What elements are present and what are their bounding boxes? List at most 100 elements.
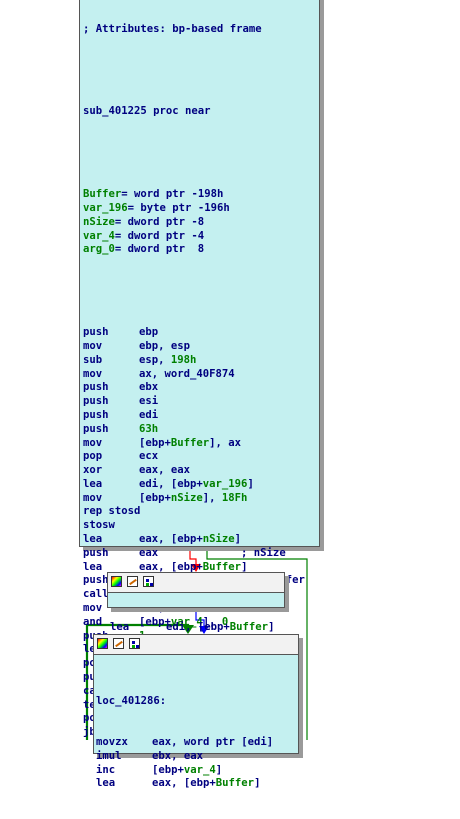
mnemonic: imul [96, 749, 122, 762]
operand: edi, [ebp+ [166, 620, 230, 633]
operand: [ebp+ [139, 491, 171, 504]
operand: eax ; nSize [139, 546, 286, 559]
operand-var: Buffer [202, 560, 242, 573]
mnemonic: push [83, 395, 109, 408]
mnemonic: push [83, 326, 109, 339]
attributes-comment: ; Attributes: bp-based frame [83, 22, 262, 35]
operand: ] [234, 533, 242, 546]
mnemonic: push [83, 546, 109, 559]
mnemonic: push [83, 408, 109, 421]
stack-var[interactable]: var_4= dword ptr -4 [83, 230, 305, 244]
operand: ], [202, 491, 222, 504]
mnemonic: mov [83, 367, 103, 380]
stack-var[interactable]: arg_0= dword ptr 8 [83, 243, 305, 257]
operand-var: nSize [202, 533, 235, 546]
mnemonic: pop [83, 450, 103, 463]
graph-icon[interactable] [129, 638, 140, 649]
operand: eax, [ebp+ [139, 560, 203, 573]
operand: esi [139, 395, 159, 408]
mnemonic: lea [83, 477, 103, 490]
operand: eax, word ptr [edi] [152, 735, 274, 748]
operand: eax, [ebp+ [139, 533, 203, 546]
instruction-line[interactable]: mov ebp, esp [83, 340, 305, 354]
instruction-line[interactable]: push eax ; nSize [83, 547, 305, 561]
mnemonic: mov [83, 339, 103, 352]
operand: esp, [139, 353, 171, 366]
operand: ] [215, 763, 223, 776]
instructions: movzx eax, word ptr [edi] imul ebx, eax inc [… [96, 736, 273, 791]
color-icon[interactable] [111, 576, 122, 587]
local-vars: Buffer= word ptr -198h var_196= byte ptr … [83, 188, 305, 257]
var-def: = dword ptr 8 [114, 243, 205, 256]
node-loc-401286[interactable]: loc_401286: movzx eax, word ptr [edi] imul… [93, 634, 299, 789]
node-lea-edi[interactable]: lea edi, [ebp+Buffer] [107, 572, 285, 633]
node-toolbar [94, 635, 298, 655]
var-def: = word ptr -198h [121, 188, 224, 201]
loc-label: loc_401286: [96, 694, 167, 707]
instruction-line[interactable]: push ebp [83, 326, 305, 340]
instruction-line[interactable]: push esi [83, 395, 305, 409]
instruction-line[interactable]: mov [ebp+Buffer], ax [83, 437, 305, 451]
mnemonic: sub [83, 353, 103, 366]
mnemonic: push [83, 422, 109, 435]
instruction-line[interactable]: push 63h [83, 423, 305, 437]
stack-var[interactable]: var_196= byte ptr -196h [83, 202, 305, 216]
instruction-line[interactable]: push ebx [83, 381, 305, 395]
operand-var: 63h [139, 422, 159, 435]
mnemonic: inc [96, 763, 116, 776]
operand: ax, word_40F874 [139, 367, 235, 380]
node-sub-401225[interactable]: ; Attributes: bp-based frame sub_401225 … [79, 0, 320, 738]
operand-var: Buffer [170, 436, 210, 449]
var-name: var_4 [83, 229, 115, 242]
operand-var: nSize [170, 491, 203, 504]
mnemonic: lea [96, 777, 116, 790]
mnemonic: push [83, 381, 109, 394]
instruction-line[interactable]: sub esp, 198h [83, 354, 305, 368]
mnemonic: lea [110, 620, 130, 633]
instruction-line[interactable]: mov [ebp+nSize], 18Fh [83, 492, 305, 506]
color-icon[interactable] [97, 638, 108, 649]
operand-var: 198h [170, 353, 197, 366]
var-def: = dword ptr -8 [114, 215, 205, 228]
stack-var[interactable]: Buffer= word ptr -198h [83, 188, 305, 202]
operand-var: 18Fh [221, 491, 248, 504]
operand: ] [241, 560, 248, 573]
operand: ] [254, 777, 261, 790]
operand: ] [247, 477, 254, 490]
instruction-line[interactable]: movzx eax, word ptr [edi] [96, 736, 273, 750]
instruction-line[interactable]: lea edi, [ebp+var_196] [83, 478, 305, 492]
operand-var: var_196 [202, 477, 248, 490]
rename-icon[interactable] [127, 576, 138, 587]
instruction-line[interactable]: stosw [83, 519, 305, 533]
mnemonic: stosw [83, 519, 115, 532]
operand: eax, eax [139, 464, 191, 477]
operand-var: var_4 [183, 763, 216, 776]
var-name: arg_0 [83, 243, 115, 256]
operand: ebp [139, 326, 159, 339]
graph-icon[interactable] [143, 576, 154, 587]
var-name: nSize [83, 215, 115, 228]
mnemonic: mov [83, 491, 103, 504]
instruction-line[interactable]: push edi [83, 409, 305, 423]
instruction-line[interactable]: lea eax, [ebp+Buffer] [96, 777, 273, 791]
operand: ebx, eax [152, 749, 204, 762]
stack-var[interactable]: nSize= dword ptr -8 [83, 216, 305, 230]
mnemonic: rep stosd [83, 505, 141, 518]
operand: ebx [139, 381, 159, 394]
instruction-line[interactable]: xor eax, eax [83, 464, 305, 478]
instruction-line[interactable]: pop ecx [83, 450, 305, 464]
rename-icon[interactable] [113, 638, 124, 649]
instruction-line[interactable]: mov ax, word_40F874 [83, 368, 305, 382]
instruction-line[interactable]: inc [ebp+var_4] [96, 764, 273, 778]
var-def: = byte ptr -196h [127, 201, 230, 214]
var-name: var_196 [83, 201, 128, 214]
operand: [ebp+ [152, 763, 184, 776]
instruction-line[interactable]: rep stosd [83, 505, 305, 519]
operand: ] [268, 620, 275, 633]
instruction-line[interactable]: imul ebx, eax [96, 750, 273, 764]
operand: ], ax [209, 436, 242, 449]
operand-var: Buffer [229, 620, 269, 633]
var-def: = dword ptr -4 [114, 229, 205, 242]
instruction-line[interactable]: lea eax, [ebp+nSize] [83, 533, 305, 547]
instruction-line[interactable]: lea edi, [ebp+Buffer] [110, 621, 274, 635]
